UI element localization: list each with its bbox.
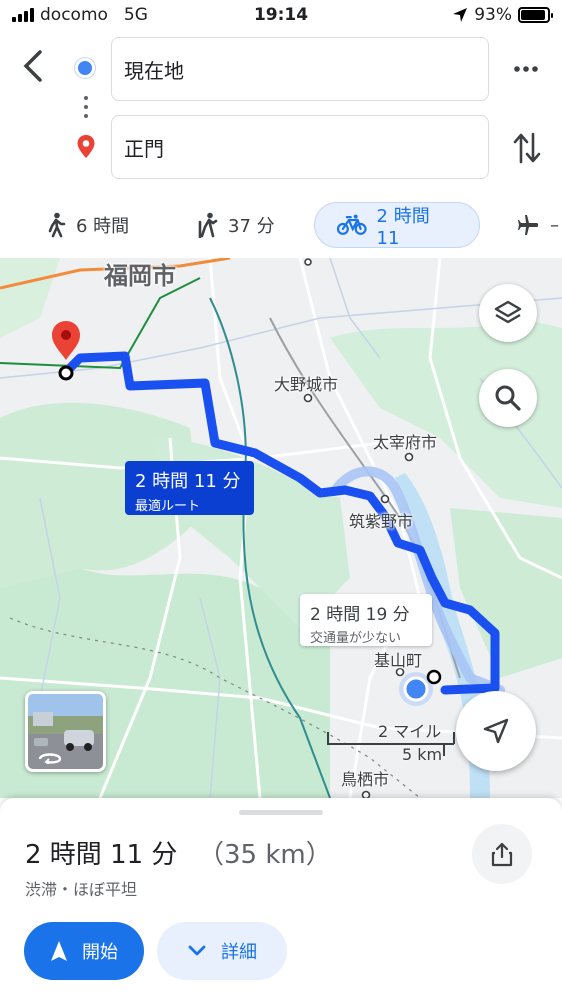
search-button[interactable] [479,369,537,427]
origin-field[interactable]: 現在地 [111,37,489,101]
alt-route-chip[interactable]: 2 時間 19 分 交通量が少ない [300,594,432,646]
tab-walk-label: 6 時間 [76,216,130,237]
street-view-360-icon [38,753,62,764]
details-label: 詳細 [221,942,257,963]
route-note: 最適ルート [135,499,201,514]
back-icon [23,50,42,82]
location-arrow-icon [453,8,468,22]
place-label: 基山町 [374,651,423,670]
map-view[interactable]: 福岡市 大野城市 太宰府市 筑紫野市 基山町 鳥栖市 2 時間 11 分 最適ル… [0,258,562,798]
navigation-arrow-icon [483,718,509,744]
destination-field[interactable]: 正門 [111,115,489,179]
share-icon [491,842,513,867]
route-description: 渋滞・ほぼ平坦 [25,880,138,899]
street-view-thumbnail[interactable] [25,691,106,772]
tab-transit[interactable]: 37 分 [196,202,275,248]
origin-dot-icon [75,58,95,78]
chevron-down-icon [188,945,206,956]
start-button[interactable]: 開始 [24,922,144,980]
route-dots [84,96,88,123]
battery-percent: 93% [474,5,512,25]
route-sheet: 2 時間 11 分 （35 km） 渋滞・ほぼ平坦 開始 詳細 [0,798,562,1000]
destination-text: 正門 [124,136,164,161]
sheet-handle[interactable] [239,810,323,815]
park-area [0,258,60,338]
route-time-chip[interactable]: 2 時間 11 分 最適ルート [125,461,254,515]
back-button[interactable] [18,48,50,84]
tab-bicycle[interactable]: 2 時間 11 [314,202,480,249]
search-icon [495,385,521,411]
route-duration: 2 時間 11 分 [25,840,178,870]
swap-icon[interactable] [512,130,542,166]
alt-route-note: 交通量が少ない [310,631,402,646]
tab-flight-label: – [550,214,559,236]
battery-icon [518,7,553,23]
scale-miles: 2 マイル [378,722,442,741]
details-button[interactable]: 詳細 [157,922,287,980]
destination-ring [58,365,74,381]
destination-pin-icon [77,135,95,158]
layers-button[interactable] [479,284,537,342]
travel-mode-tabs: 6 時間 37 分 2 時間 11 – [0,202,562,249]
tab-flight[interactable]: – [516,202,559,248]
flight-icon [518,215,539,235]
navigate-button[interactable] [456,691,536,771]
destination-pin-marker [52,321,80,360]
place-label: 筑紫野市 [349,512,414,531]
share-button[interactable] [472,824,532,884]
origin-text: 現在地 [124,58,184,83]
scale-km: 5 km [402,745,443,764]
alt-route-time: 2 時間 19 分 [310,605,410,625]
route-time: 2 時間 11 分 [135,471,241,492]
place-label: 鳥栖市 [341,770,390,789]
route-end-ring [426,669,442,685]
navigation-arrow-icon [51,941,67,961]
battery-level [521,10,546,20]
map-scale: 2 マイル 5 km [326,718,456,766]
place-label: 太宰府市 [373,433,438,452]
pin-center [61,330,71,340]
tab-bicycle-label: 2 時間 11 [376,205,430,249]
tab-transit-label: 37 分 [228,216,275,237]
status-bar: docomo 5G 19:14 93% [0,0,562,32]
more-icon[interactable] [512,58,540,80]
walk-icon [48,212,66,238]
place-label: 福岡市 [104,262,176,290]
place-label: 大野城市 [274,375,339,394]
transit-walk-icon [198,212,218,238]
bicycle-icon [337,214,367,235]
route-distance: （35 km） [198,840,332,870]
layers-icon [494,300,522,324]
tab-walk[interactable]: 6 時間 [46,202,129,248]
status-right: 93% [452,5,553,25]
origin-marker [403,676,429,702]
start-label: 開始 [82,942,118,963]
